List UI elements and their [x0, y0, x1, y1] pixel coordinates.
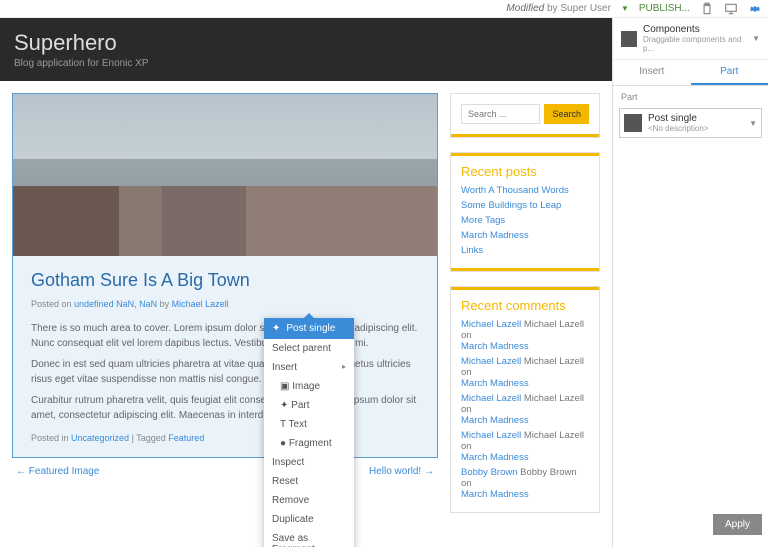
puzzle-icon: ✦ [272, 323, 280, 334]
post-meta: Posted on undefined NaN, NaN by Michael … [31, 299, 419, 309]
recent-posts-widget: Recent posts Worth A Thousand Words Some… [450, 152, 600, 272]
modified-label: Modified by Super User [506, 3, 611, 14]
top-bar: Modified by Super User ▼ PUBLISH... [0, 0, 768, 18]
page-canvas[interactable]: Superhero Blog application for Enonic XP… [0, 18, 612, 547]
search-input[interactable] [461, 104, 540, 124]
widget-title: Recent comments [451, 290, 599, 317]
search-widget: Search [450, 93, 600, 138]
part-selector[interactable]: Post single<No description> ▼ [619, 108, 762, 138]
context-menu: ✦Post single Select parent Insert▸ ▣ Ima… [264, 318, 354, 547]
list-item[interactable]: More Tags [461, 215, 505, 226]
post-title[interactable]: Gotham Sure Is A Big Town [31, 270, 419, 291]
puzzle-icon [624, 114, 642, 132]
submenu-text[interactable]: T Text [264, 415, 354, 434]
list-item[interactable]: Links [461, 245, 483, 256]
list-item: Michael Lazell Michael Lazell on March M… [461, 354, 589, 391]
submenu-image[interactable]: ▣ Image [264, 377, 354, 396]
chevron-down-icon[interactable]: ▼ [749, 119, 757, 128]
list-item: Michael Lazell Michael Lazell on March M… [461, 317, 589, 354]
puzzle-icon [621, 31, 637, 47]
list-item: Michael Lazell Michael Lazell on March M… [461, 391, 589, 428]
menu-reset[interactable]: Reset [264, 472, 354, 491]
context-menu-header: ✦Post single [264, 318, 354, 339]
menu-select-parent[interactable]: Select parent [264, 339, 354, 358]
inspector-panel: ComponentsDraggable components and p... … [612, 18, 768, 547]
panel-header[interactable]: ComponentsDraggable components and p... … [613, 18, 768, 60]
site-subtitle: Blog application for Enonic XP [14, 58, 598, 69]
post-paragraph: There is so much area to cover. Lorem ip… [31, 321, 419, 351]
list-item[interactable]: Worth A Thousand Words [461, 185, 569, 196]
submenu-part[interactable]: ✦ Part [264, 396, 354, 415]
clipboard-icon[interactable] [700, 2, 714, 16]
recent-comments-widget: Recent comments Michael Lazell Michael L… [450, 286, 600, 513]
site-header: Superhero Blog application for Enonic XP [0, 18, 612, 81]
post-navigation: ← Featured Image Hello world! → [12, 458, 438, 477]
list-item: Michael Lazell Michael Lazell on March M… [461, 428, 589, 465]
prev-post-link[interactable]: ← Featured Image [16, 466, 99, 477]
tab-part[interactable]: Part [691, 60, 768, 85]
widget-title: Recent posts [451, 156, 599, 183]
list-item: Bobby Brown Bobby Brown on March Madness [461, 465, 589, 502]
chevron-right-icon: ▸ [342, 362, 346, 371]
gear-icon[interactable] [748, 2, 762, 16]
submenu-fragment[interactable]: ● Fragment [264, 434, 354, 453]
text-icon: T [280, 419, 286, 430]
menu-inspect[interactable]: Inspect [264, 453, 354, 472]
menu-remove[interactable]: Remove [264, 491, 354, 510]
featured-image [13, 94, 437, 256]
menu-insert[interactable]: Insert▸ [264, 358, 354, 377]
post-footer: Posted in Uncategorized | Tagged Feature… [31, 433, 419, 443]
dropdown-caret-icon[interactable]: ▼ [621, 4, 629, 13]
list-item[interactable]: March Madness [461, 230, 529, 241]
monitor-icon[interactable] [724, 2, 738, 16]
menu-duplicate[interactable]: Duplicate [264, 510, 354, 529]
post-single-part[interactable]: Gotham Sure Is A Big Town Posted on unde… [12, 93, 438, 458]
post-paragraph: Curabitur rutrum pharetra velit, quis fe… [31, 393, 419, 423]
apply-button[interactable]: Apply [713, 514, 762, 535]
site-title: Superhero [14, 30, 598, 56]
image-icon: ▣ [280, 381, 289, 392]
search-button[interactable]: Search [544, 104, 589, 124]
fragment-icon: ● [280, 438, 286, 449]
menu-save-fragment[interactable]: Save as Fragment [264, 529, 354, 547]
puzzle-icon: ✦ [280, 400, 288, 411]
list-item[interactable]: Some Buildings to Leap [461, 200, 561, 211]
publish-button[interactable]: PUBLISH... [639, 3, 690, 14]
chevron-down-icon[interactable]: ▼ [752, 34, 760, 43]
tab-insert[interactable]: Insert [613, 60, 691, 85]
part-label: Part [613, 86, 768, 108]
post-paragraph: Donec in est sed quam ultricies pharetra… [31, 357, 419, 387]
next-post-link[interactable]: Hello world! → [369, 466, 434, 477]
